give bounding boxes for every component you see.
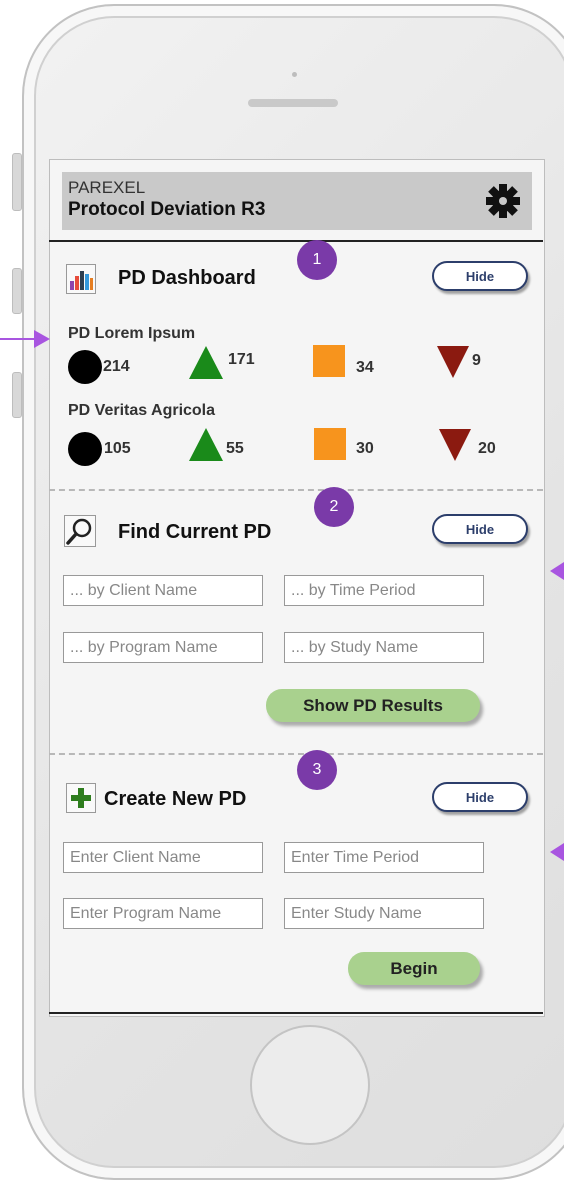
dashboard-hide-button[interactable]: Hide [432,261,528,291]
app-title: Protocol Deviation R3 [68,199,266,220]
green-triangle-icon [188,344,224,380]
stat-green-count: 171 [228,351,255,368]
annotation-arrow-line [0,338,34,340]
section-divider [49,489,543,491]
bar-chart-icon [66,264,96,294]
annotation-arrow-head [550,562,564,580]
orange-square-icon [314,428,346,460]
show-results-button[interactable]: Show PD Results [266,689,480,722]
mute-switch [12,153,22,211]
find-client-name-input[interactable]: ... by Client Name [63,575,263,606]
create-hide-button[interactable]: Hide [432,782,528,812]
green-triangle-icon [188,426,224,462]
find-time-period-input[interactable]: ... by Time Period [284,575,484,606]
header-divider [49,240,543,242]
section-divider [49,753,543,755]
red-triangle-icon [438,428,472,462]
stats-group-label: PD Veritas Agricola [68,402,216,419]
annotation-arrow-head [34,330,50,348]
dashboard-title: PD Dashboard [118,267,256,289]
stat-red-count: 9 [472,352,481,369]
annotation-arrow-head [550,843,564,861]
create-program-name-input[interactable]: Enter Program Name [63,898,263,929]
plus-icon [66,783,96,813]
camera-dot [292,72,297,77]
create-title: Create New PD [104,788,247,810]
find-hide-button[interactable]: Hide [432,514,528,544]
black-circle-icon [68,350,102,384]
speaker-grille [248,99,338,107]
section-badge-2: 2 [314,487,354,527]
find-study-name-input[interactable]: ... by Study Name [284,632,484,663]
stat-orange-count: 34 [356,359,374,376]
volume-down-button [12,372,22,418]
red-triangle-icon [436,345,470,379]
section-badge-1: 1 [297,240,337,280]
create-time-period-input[interactable]: Enter Time Period [284,842,484,873]
brand-label: PAREXEL [68,178,146,197]
magnifier-icon [64,515,96,547]
orange-square-icon [313,345,345,377]
stat-green-count: 55 [226,440,244,457]
find-program-name-input[interactable]: ... by Program Name [63,632,263,663]
find-title: Find Current PD [118,521,272,543]
black-circle-icon [68,432,102,466]
stat-orange-count: 30 [356,440,374,457]
stat-red-count: 20 [478,440,496,457]
stats-group-label: PD Lorem Ipsum [68,325,196,342]
gear-icon[interactable] [484,182,522,220]
footer-divider [49,1012,543,1014]
section-badge-3: 3 [297,750,337,790]
volume-up-button [12,268,22,314]
create-study-name-input[interactable]: Enter Study Name [284,898,484,929]
stat-black-count: 105 [104,440,131,457]
create-client-name-input[interactable]: Enter Client Name [63,842,263,873]
stat-black-count: 214 [103,358,130,375]
home-button[interactable] [250,1025,370,1145]
begin-button[interactable]: Begin [348,952,480,985]
